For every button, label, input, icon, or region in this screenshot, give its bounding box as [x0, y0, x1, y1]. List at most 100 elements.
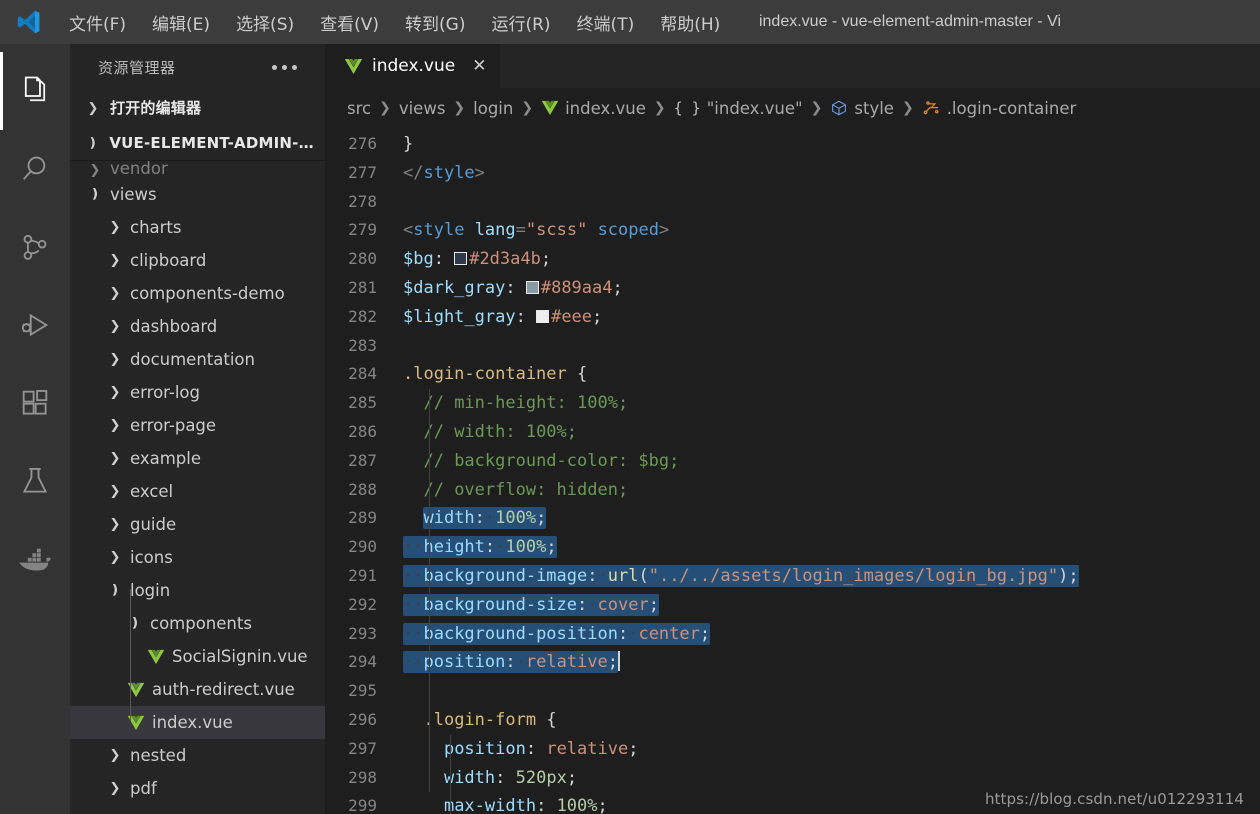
code-indent-guide-inner [450, 734, 451, 814]
code-line-297[interactable]: 297 position: relative; [325, 735, 1260, 764]
tree-item-label: error-log [130, 383, 200, 402]
code-line-290[interactable]: 290 ··height:·100%; [325, 533, 1260, 562]
tree-folder-pdf[interactable]: ❯ pdf [70, 772, 325, 805]
tree-file-auth-redirect.vue[interactable]: auth-redirect.vue [70, 673, 325, 706]
code-line-281[interactable]: 281 $dark_gray: #889aa4; [325, 274, 1260, 303]
code-line-279[interactable]: 279 <style lang="scss" scoped> [325, 216, 1260, 245]
tree-file-SocialSignin.vue[interactable]: SocialSignin.vue [70, 640, 325, 673]
tree-folder-vendor[interactable]: ❯ vendor [70, 160, 325, 178]
tree-folder-clipboard[interactable]: ❯ clipboard [70, 244, 325, 277]
breadcrumb[interactable]: src ❯ views ❯ login ❯ index.vue ❯ { } "index.vue… [325, 88, 1260, 128]
activity-testing[interactable] [0, 442, 70, 520]
menu-terminal[interactable]: 终端(T) [564, 6, 648, 39]
menu-help[interactable]: 帮助(H) [647, 6, 733, 39]
code-line-276[interactable]: 276} [325, 130, 1260, 159]
tree-item-label: excel [130, 482, 174, 501]
code-editor[interactable]: 276} 277 </style> 278 279 <style lang="scss" … [325, 128, 1260, 814]
activity-bar [0, 44, 70, 814]
activity-run-debug[interactable] [0, 286, 70, 364]
code-line-293[interactable]: 293 ··background-position:·center; [325, 620, 1260, 649]
code-line-280[interactable]: 280 $bg: #2d3a4b; [325, 245, 1260, 274]
code-line-291[interactable]: 291 ··background-image:·url("../../assets… [325, 562, 1260, 591]
tab-index-vue[interactable]: index.vue ✕ [325, 44, 502, 88]
tree-item-label: vendor [110, 160, 168, 178]
tree-folder-views[interactable]: ❫ views [70, 178, 325, 211]
chevron-right-icon: ❯ [87, 99, 99, 115]
activity-source-control[interactable] [0, 208, 70, 286]
tree-folder-documentation[interactable]: ❯ documentation [70, 343, 325, 376]
tree-file-index.vue[interactable]: index.vue [70, 706, 325, 739]
tree-folder-login[interactable]: ❫ login [70, 574, 325, 607]
code-line-289[interactable]: 289 width:·100%; [325, 504, 1260, 533]
menu-run[interactable]: 运行(R) [478, 6, 563, 39]
breadcrumb-separator: ❯ [901, 100, 914, 116]
menu-selection[interactable]: 选择(S) [223, 6, 307, 39]
tree-folder-dashboard[interactable]: ❯ dashboard [70, 310, 325, 343]
code-line-282[interactable]: 282 $light_gray: #eee; [325, 303, 1260, 332]
activity-extensions[interactable] [0, 364, 70, 442]
section-open-editors[interactable]: ❯ 打开的编辑器 [70, 90, 325, 125]
breadcrumb-item-style[interactable]: style [830, 99, 894, 118]
tree-folder-icons[interactable]: ❯ icons [70, 541, 325, 574]
menu-edit[interactable]: 编辑(E) [139, 6, 223, 39]
vue-file-icon [146, 647, 166, 667]
tree-folder-guide[interactable]: ❯ guide [70, 508, 325, 541]
line-number: 286 [348, 421, 377, 441]
chevron-right-icon: ❯ [109, 418, 121, 433]
code-line-278[interactable]: 278 [325, 188, 1260, 217]
activity-docker[interactable] [0, 520, 70, 598]
menu-file[interactable]: 文件(F) [56, 6, 139, 39]
explorer-header: 资源管理器 [70, 44, 325, 90]
code-line-285[interactable]: 285 // min-height: 100%; [325, 389, 1260, 418]
breadcrumb-label: .login-container [946, 98, 1077, 118]
tree-folder-components[interactable]: ❫ components [70, 607, 325, 640]
file-tree[interactable]: ❯ vendor ❫ views ❯ charts ❯ clipboard ❯ component… [70, 160, 325, 814]
menu-go[interactable]: 转到(G) [392, 6, 478, 39]
section-project-root[interactable]: ❫ VUE-ELEMENT-ADMIN-M... [70, 125, 325, 160]
menu-bar[interactable]: 文件(F) 编辑(E) 选择(S) 查看(V) 转到(G) 运行(R) 终端(T… [56, 6, 733, 39]
tree-folder-error-page[interactable]: ❯ error-page [70, 409, 325, 442]
code-line-298[interactable]: 298 width: 520px; [325, 764, 1260, 793]
code-line-283[interactable]: 283 [325, 332, 1260, 361]
menu-view[interactable]: 查看(V) [307, 6, 392, 39]
vue-file-icon [126, 713, 146, 733]
line-content: .login-form { [423, 709, 557, 730]
tree-folder-components-demo[interactable]: ❯ components-demo [70, 277, 325, 310]
breadcrumb-item-src[interactable]: src [347, 99, 371, 118]
tree-folder-excel[interactable]: ❯ excel [70, 475, 325, 508]
code-line-286[interactable]: 286 // width: 100%; [325, 418, 1260, 447]
beaker-icon [18, 464, 52, 498]
tree-item-label: charts [130, 218, 182, 237]
code-line-295[interactable]: 295 [325, 677, 1260, 706]
code-line-296[interactable]: 296 .login-form { [325, 706, 1260, 735]
breadcrumb-item-login[interactable]: login [473, 99, 513, 118]
close-icon[interactable]: ✕ [472, 57, 486, 75]
code-line-284[interactable]: 284 .login-container { [325, 360, 1260, 389]
breadcrumb-item-views[interactable]: views [399, 99, 446, 118]
activity-search[interactable] [0, 130, 70, 208]
code-line-294[interactable]: 294 ··position:·relative; [325, 648, 1260, 677]
symbol-namespace-icon [830, 99, 848, 117]
code-line-287[interactable]: 287 // background-color: $bg; [325, 447, 1260, 476]
vscode-window: 文件(F) 编辑(E) 选择(S) 查看(V) 转到(G) 运行(R) 终端(T… [0, 0, 1260, 814]
chevron-down-icon: ❫ [87, 134, 99, 150]
code-line-288[interactable]: 288 // overflow: hidden; [325, 476, 1260, 505]
tree-folder-charts[interactable]: ❯ charts [70, 211, 325, 244]
tree-folder-example[interactable]: ❯ example [70, 442, 325, 475]
code-line-292[interactable]: 292 ··background-size:·cover; [325, 591, 1260, 620]
breadcrumb-item-login-container[interactable]: .login-container [922, 98, 1077, 118]
tree-folder-nested[interactable]: ❯ nested [70, 739, 325, 772]
breadcrumb-item-indexvue[interactable]: index.vue [541, 99, 646, 118]
tree-folder-error-log[interactable]: ❯ error-log [70, 376, 325, 409]
code-line-277[interactable]: 277 </style> [325, 159, 1260, 188]
explorer-sidebar: 资源管理器 ❯ 打开的编辑器 ❫ VUE-ELEMENT-ADMIN-M... … [70, 44, 325, 814]
activity-explorer[interactable] [0, 52, 70, 130]
line-content: // width: 100%; [423, 421, 578, 442]
watermark-text: https://blog.csdn.net/u012293114 [984, 790, 1244, 808]
chevron-right-icon: ❯ [109, 286, 121, 301]
line-content: ··position:·relative; [403, 651, 621, 674]
breadcrumb-item-indexvue[interactable]: { } "index.vue" [674, 99, 803, 118]
tree-item-label: icons [130, 548, 173, 567]
tree-item-label: error-page [130, 416, 217, 435]
ellipsis-icon[interactable] [266, 59, 303, 76]
